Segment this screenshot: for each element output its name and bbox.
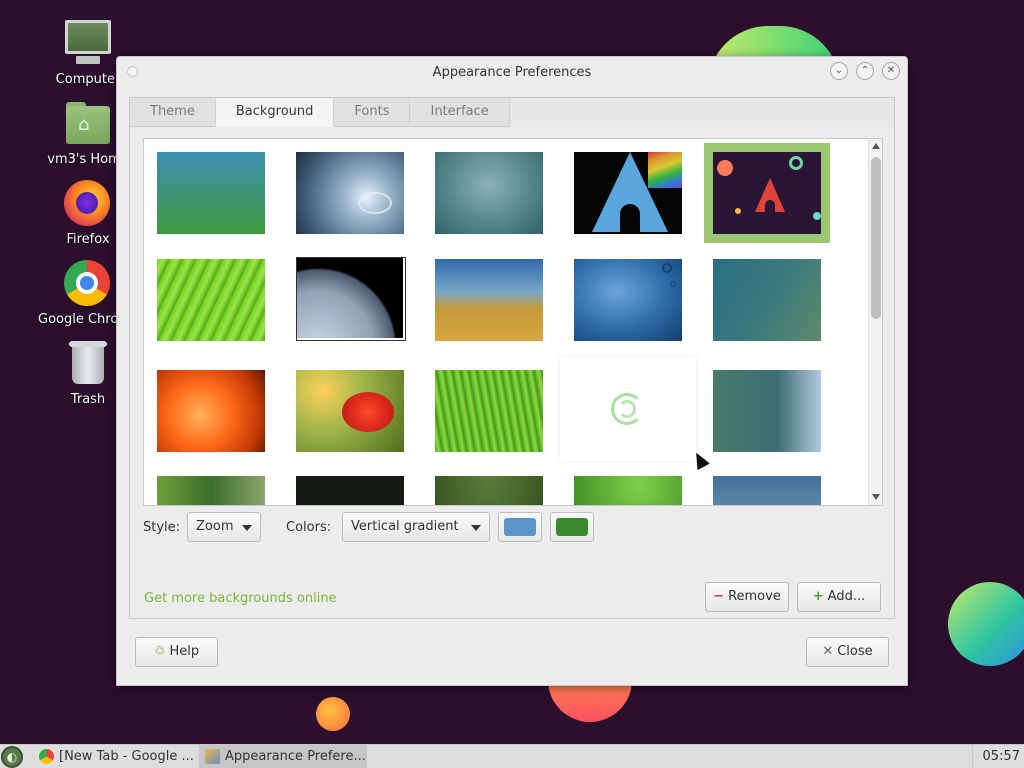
background-thumb-water-drop[interactable] — [296, 152, 404, 234]
start-menu-button[interactable]: ◐ — [1, 746, 23, 768]
tab-interface[interactable]: Interface — [410, 98, 510, 127]
background-thumb-dark-arrow-circles[interactable] — [704, 143, 830, 243]
background-thumb-blue-flowers[interactable] — [157, 476, 265, 505]
background-thumb-green-grass[interactable] — [435, 370, 543, 452]
dropdown-arrow-icon — [242, 525, 252, 531]
window-title: Appearance Preferences — [432, 65, 592, 80]
style-dropdown[interactable]: Zoom — [187, 512, 261, 542]
taskbar: ◐ [New Tab - Google ... Appearance Prefe… — [0, 744, 1024, 768]
gallery-scrollbar[interactable] — [868, 139, 882, 505]
colors-dropdown-value: Vertical gradient — [351, 519, 459, 534]
background-thumb-blue-green-gradient[interactable] — [157, 152, 265, 234]
close-button-label: Close — [837, 644, 873, 659]
background-thumb-red-flower[interactable] — [296, 370, 404, 452]
background-thumb-blue-waves[interactable] — [713, 476, 821, 505]
appearance-icon — [205, 749, 220, 764]
chrome-icon — [39, 749, 54, 764]
tab-fonts[interactable]: Fonts — [334, 98, 411, 127]
background-thumb-dark-pattern[interactable] — [296, 476, 404, 505]
plus-icon: + — [812, 589, 824, 604]
decor-bubble — [948, 582, 1024, 666]
minus-icon: − — [713, 589, 725, 604]
firefox-icon — [64, 180, 112, 228]
style-dropdown-value: Zoom — [196, 519, 234, 534]
secondary-color-button[interactable] — [550, 512, 594, 542]
chevron-up-icon: ⌃ — [860, 65, 870, 76]
taskbar-item-label: Appearance Prefere... — [225, 749, 366, 764]
clock[interactable]: 05:57 — [971, 745, 1020, 768]
close-icon: ✕ — [886, 65, 896, 76]
colors-dropdown[interactable]: Vertical gradient — [342, 512, 490, 542]
background-controls: Style: Zoom Colors: Vertical gradient — [130, 512, 894, 546]
background-thumb-teal-wave[interactable] — [713, 370, 821, 452]
remove-button-label: Remove — [728, 589, 781, 604]
dropdown-arrow-icon — [471, 525, 481, 531]
tab-bar: Theme Background Fonts Interface — [130, 98, 510, 127]
chrome-icon — [64, 260, 112, 308]
background-thumb-teal-dots[interactable] — [713, 259, 821, 341]
background-thumb-green-leaf[interactable] — [157, 259, 265, 341]
taskbar-item-label: [New Tab - Google ... — [59, 749, 194, 764]
background-thumb-wheat-field[interactable] — [435, 259, 543, 341]
chevron-down-icon: ⌄ — [834, 65, 844, 76]
taskbar-item-appearance[interactable]: Appearance Prefere... — [199, 745, 367, 768]
appearance-preferences-window: Appearance Preferences ⌄ ⌃ ✕ Theme Backg… — [116, 56, 908, 686]
colors-label: Colors: — [286, 520, 332, 535]
help-button-label: Help — [169, 644, 200, 659]
tabs-frame: Theme Background Fonts Interface Style: … — [129, 97, 895, 619]
trash-icon — [64, 340, 112, 388]
tab-theme[interactable]: Theme — [130, 98, 216, 127]
background-thumb-olive-blur[interactable] — [435, 476, 543, 505]
background-thumb-teal-blur[interactable] — [435, 152, 543, 234]
minimize-button[interactable]: ⌄ — [830, 62, 848, 80]
get-more-backgrounds-link[interactable]: Get more backgrounds online — [144, 591, 337, 606]
tab-background[interactable]: Background — [215, 98, 335, 127]
mint-logo-icon: ◐ — [6, 750, 18, 764]
close-window-button[interactable]: ✕ — [882, 62, 900, 80]
taskbar-item-chrome[interactable]: [New Tab - Google ... — [33, 745, 199, 768]
help-button[interactable]: ♲ Help — [135, 637, 218, 667]
background-thumb-arch-prism[interactable] — [574, 152, 682, 234]
background-thumb-blue-bubbles[interactable] — [574, 259, 682, 341]
add-button[interactable]: + Add... — [797, 582, 881, 612]
close-icon: ✕ — [822, 644, 834, 659]
background-thumb-green-leaves[interactable] — [574, 476, 682, 505]
primary-color-button[interactable] — [498, 512, 542, 542]
secondary-color-swatch — [556, 518, 588, 536]
home-folder-icon: ⌂ — [64, 100, 112, 148]
remove-button[interactable]: − Remove — [705, 582, 789, 612]
scroll-down-arrow-icon[interactable] — [872, 494, 880, 500]
style-label: Style: — [143, 520, 181, 535]
close-button[interactable]: ✕ Close — [806, 637, 889, 667]
background-thumb-loading[interactable] — [560, 357, 696, 461]
primary-color-swatch — [504, 518, 536, 536]
background-tab-panel: Style: Zoom Colors: Vertical gradient Ge… — [130, 127, 894, 618]
scrollbar-thumb[interactable] — [871, 157, 881, 319]
background-gallery[interactable] — [143, 138, 883, 506]
background-thumb-orange-flower[interactable] — [157, 370, 265, 452]
background-thumb-earth-horizon[interactable] — [296, 257, 406, 341]
maximize-button[interactable]: ⌃ — [856, 62, 874, 80]
decor-bubble — [316, 697, 350, 731]
computer-icon — [64, 20, 112, 68]
add-button-label: Add... — [827, 589, 866, 604]
scroll-up-arrow-icon[interactable] — [872, 143, 880, 149]
title-bar[interactable]: Appearance Preferences ⌄ ⌃ ✕ — [117, 57, 907, 89]
help-icon: ♲ — [153, 644, 166, 659]
